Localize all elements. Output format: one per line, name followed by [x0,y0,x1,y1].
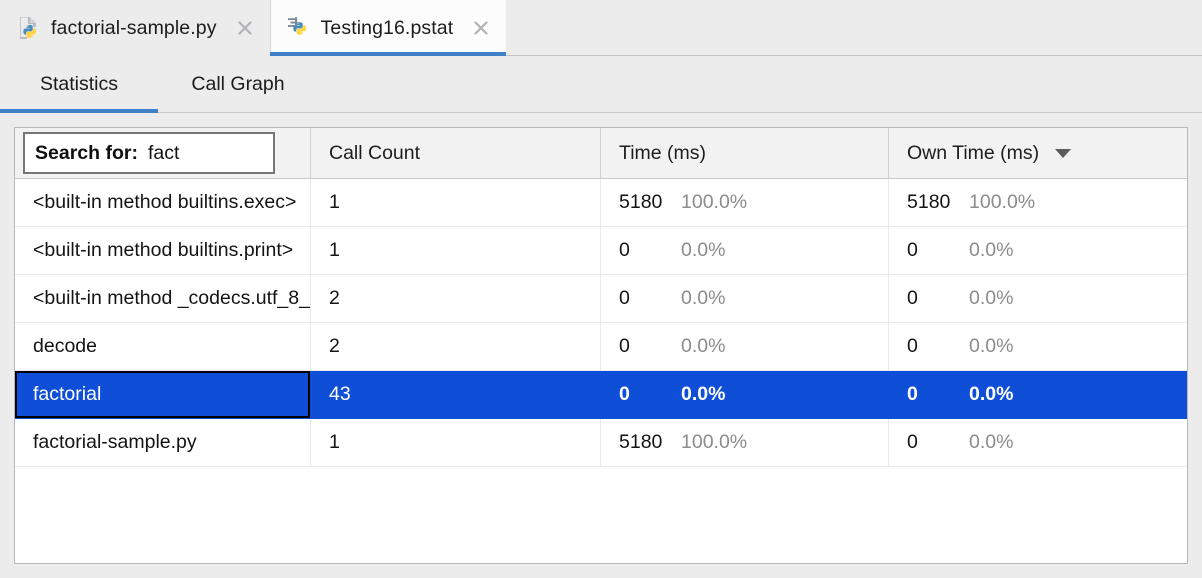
cell-time-value: 0 [619,239,681,262]
column-header-call-count[interactable]: Call Count [310,128,600,178]
table-row[interactable]: <built-in method builtins.exec>15180100.… [15,179,1187,227]
editor-tab-label: factorial-sample.py [51,17,217,40]
cell-time-value: 5180 [619,431,681,454]
cell-time[interactable]: 00.0% [600,227,888,274]
cell-time-percent: 100.0% [681,431,747,454]
editor-tab-bar: factorial-sample.py Testing16.pstat [0,0,1202,56]
cell-text: <built-in method _codecs.utf_8_decode> [15,287,310,310]
cell-time-value: 0 [619,287,681,310]
cell-time-value: 0 [619,335,681,358]
cell-text: <built-in method builtins.exec> [15,191,296,214]
cell-text: 2 [311,287,340,310]
cell-time[interactable]: 5180100.0% [600,179,888,226]
table-row[interactable]: factorial4300.0%00.0% [15,371,1187,419]
table-row[interactable]: <built-in method builtins.print>100.0%00… [15,227,1187,275]
cell-text: 1 [311,239,340,262]
cell-time-percent: 0.0% [681,239,725,262]
cell-text: 43 [311,383,351,406]
cell-own-time-value: 0 [907,239,969,262]
table-row[interactable]: factorial-sample.py15180100.0%00.0% [15,419,1187,467]
tab-statistics-label: Statistics [40,73,118,96]
cell-function-name[interactable]: factorial [15,371,310,418]
cell-time[interactable]: 00.0% [600,323,888,370]
search-value: fact [148,142,179,165]
cell-own-time-percent: 0.0% [969,287,1013,310]
cell-call-count[interactable]: 1 [310,227,600,274]
view-tab-bar: Statistics Call Graph [0,56,1202,113]
cell-text: factorial [17,383,101,406]
cell-time-percent: 0.0% [681,335,725,358]
cell-own-time-value: 0 [907,431,969,454]
cell-function-name[interactable]: factorial-sample.py [15,419,310,466]
cell-text: 1 [311,431,340,454]
cell-call-count[interactable]: 1 [310,179,600,226]
tab-call-graph[interactable]: Call Graph [158,56,318,113]
editor-tab-testing16-pstat[interactable]: Testing16.pstat [270,0,507,56]
chevron-down-icon[interactable] [1055,149,1071,158]
close-icon[interactable] [468,15,494,41]
cell-own-time-percent: 0.0% [969,431,1013,454]
cell-call-count[interactable]: 43 [310,371,600,418]
cell-own-time-percent: 0.0% [969,383,1013,406]
cell-time-percent: 100.0% [681,191,747,214]
cell-own-time[interactable]: 00.0% [888,371,1187,418]
cell-own-time-percent: 100.0% [969,191,1035,214]
cell-own-time[interactable]: 00.0% [888,323,1187,370]
cell-call-count[interactable]: 2 [310,275,600,322]
tab-statistics[interactable]: Statistics [0,56,158,113]
statistics-panel-container: Search for: fact Call Count Time (ms) Ow… [0,113,1202,578]
cell-text: 2 [311,335,340,358]
table-row[interactable]: decode200.0%00.0% [15,323,1187,371]
cell-own-time[interactable]: 00.0% [888,227,1187,274]
cell-time-value: 0 [619,383,681,406]
cell-own-time[interactable]: 00.0% [888,419,1187,466]
table-body: <built-in method builtins.exec>15180100.… [15,179,1187,467]
cell-own-time[interactable]: 00.0% [888,275,1187,322]
cell-text: <built-in method builtins.print> [15,239,293,262]
tab-call-graph-label: Call Graph [191,73,284,96]
cell-call-count[interactable]: 1 [310,419,600,466]
cell-function-name[interactable]: <built-in method builtins.exec> [15,179,310,226]
column-header-time[interactable]: Time (ms) [600,128,888,178]
cell-call-count[interactable]: 2 [310,323,600,370]
cell-time[interactable]: 00.0% [600,275,888,322]
table-row[interactable]: <built-in method _codecs.utf_8_decode>2 0… [15,275,1187,323]
cell-time-value: 5180 [619,191,681,214]
table-header-row: Search for: fact Call Count Time (ms) Ow… [15,128,1187,179]
search-input[interactable]: Search for: fact [23,132,275,174]
cell-time-percent: 0.0% [681,383,725,406]
cell-function-name[interactable]: decode [15,323,310,370]
column-header-label: Own Time (ms) [889,142,1039,165]
cell-own-time-value: 0 [907,287,969,310]
cell-own-time-value: 5180 [907,191,969,214]
cell-own-time-value: 0 [907,383,969,406]
editor-tab-factorial-sample[interactable]: factorial-sample.py [0,0,270,56]
cell-text: factorial-sample.py [15,431,197,454]
cell-own-time-percent: 0.0% [969,239,1013,262]
cell-time[interactable]: 5180100.0% [600,419,888,466]
cell-time-percent: 0.0% [681,287,725,310]
cell-own-time-percent: 0.0% [969,335,1013,358]
cell-own-time[interactable]: 5180100.0% [888,179,1187,226]
python-profile-icon [286,15,312,41]
table-header-search-cell: Search for: fact [15,128,310,178]
column-header-label: Call Count [311,142,420,165]
statistics-table: Search for: fact Call Count Time (ms) Ow… [14,127,1188,564]
column-header-label: Time (ms) [601,142,706,165]
python-file-icon [16,15,42,41]
search-label: Search for: [35,142,138,165]
cell-function-name[interactable]: <built-in method _codecs.utf_8_decode> [15,275,310,322]
column-header-own-time[interactable]: Own Time (ms) [888,128,1187,178]
cell-text: 1 [311,191,340,214]
cell-own-time-value: 0 [907,335,969,358]
cell-text: decode [15,335,97,358]
close-icon[interactable] [232,15,258,41]
cell-time[interactable]: 00.0% [600,371,888,418]
cell-function-name[interactable]: <built-in method builtins.print> [15,227,310,274]
editor-tab-label: Testing16.pstat [321,17,454,40]
